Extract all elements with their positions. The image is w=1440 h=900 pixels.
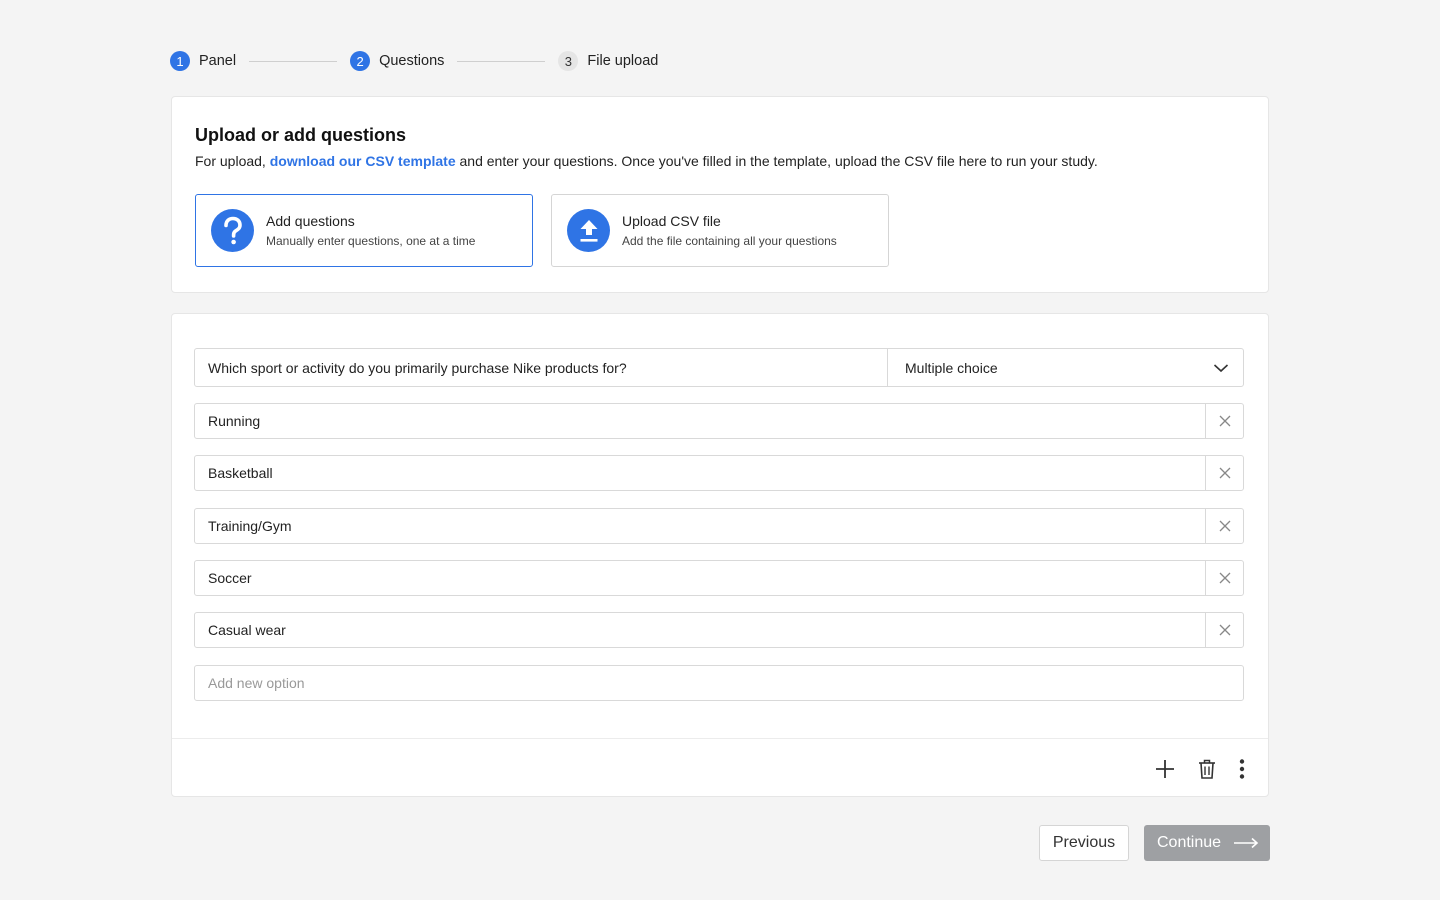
csv-template-link[interactable]: download our CSV template bbox=[270, 153, 456, 169]
choice-title: Add questions bbox=[266, 213, 355, 229]
step-file-upload[interactable]: 3 File upload bbox=[558, 51, 658, 71]
arrow-right-icon bbox=[1234, 837, 1259, 849]
option-input[interactable]: Soccer bbox=[195, 561, 1205, 595]
step-connector bbox=[249, 60, 338, 62]
step-label: File upload bbox=[587, 53, 659, 69]
question-text-input[interactable]: Which sport or activity do you primarily… bbox=[195, 349, 888, 386]
option-input[interactable]: Basketball bbox=[195, 456, 1205, 490]
choice-title: Upload CSV file bbox=[622, 213, 721, 229]
option-row: Casual wear bbox=[194, 612, 1244, 648]
continue-button[interactable]: Continue bbox=[1144, 825, 1270, 861]
remove-option-button[interactable] bbox=[1205, 456, 1243, 490]
option-input[interactable]: Casual wear bbox=[195, 613, 1205, 647]
close-icon bbox=[1219, 520, 1230, 532]
choice-subtitle: Manually enter questions, one at a time bbox=[266, 234, 476, 248]
close-icon bbox=[1219, 467, 1230, 479]
option-row: Basketball bbox=[194, 455, 1244, 491]
upload-csv-option[interactable]: Upload CSV file Add the file containing … bbox=[551, 194, 889, 267]
question-icon bbox=[211, 209, 254, 252]
choice-subtitle: Add the file containing all your questio… bbox=[622, 234, 837, 248]
step-panel[interactable]: 1 Panel bbox=[170, 51, 236, 71]
card-description: For upload, download our CSV template an… bbox=[195, 153, 1098, 169]
continue-label: Continue bbox=[1157, 834, 1222, 851]
question-editor-card: Which sport or activity do you primarily… bbox=[171, 313, 1269, 797]
question-type-value: Multiple choice bbox=[905, 359, 998, 376]
step-number: 2 bbox=[350, 51, 371, 71]
question-row: Which sport or activity do you primarily… bbox=[194, 348, 1244, 387]
option-row: Running bbox=[194, 403, 1244, 439]
upload-icon bbox=[567, 209, 610, 252]
more-vertical-icon bbox=[1239, 759, 1245, 779]
new-option-row: Add new option bbox=[194, 665, 1244, 701]
step-number: 1 bbox=[170, 51, 190, 71]
plus-icon bbox=[1156, 760, 1174, 778]
remove-option-button[interactable] bbox=[1205, 404, 1243, 438]
previous-button[interactable]: Previous bbox=[1039, 825, 1129, 861]
delete-question-button[interactable] bbox=[1195, 757, 1219, 781]
question-type-select[interactable]: Multiple choice bbox=[888, 349, 1243, 386]
step-label: Panel bbox=[199, 53, 237, 69]
step-number: 3 bbox=[558, 51, 579, 71]
upload-questions-card: Upload or add questions For upload, down… bbox=[171, 96, 1269, 293]
question-toolbar bbox=[172, 738, 1268, 797]
close-icon bbox=[1219, 415, 1230, 427]
step-connector bbox=[457, 60, 546, 62]
step-label: Questions bbox=[379, 53, 445, 69]
desc-suffix: and enter your questions. Once you've fi… bbox=[455, 153, 1098, 169]
option-input[interactable]: Running bbox=[195, 404, 1205, 438]
remove-option-button[interactable] bbox=[1205, 613, 1243, 647]
chevron-down-icon bbox=[1213, 360, 1229, 376]
trash-icon bbox=[1199, 759, 1215, 779]
progress-stepper: 1 Panel 2 Questions 3 File upload bbox=[170, 50, 658, 72]
step-questions[interactable]: 2 Questions bbox=[350, 51, 444, 71]
close-icon bbox=[1219, 624, 1230, 636]
option-row: Soccer bbox=[194, 560, 1244, 596]
option-row: Training/Gym bbox=[194, 508, 1244, 544]
option-input[interactable]: Training/Gym bbox=[195, 509, 1205, 543]
remove-option-button[interactable] bbox=[1205, 509, 1243, 543]
close-icon bbox=[1219, 572, 1230, 584]
add-questions-option[interactable]: Add questions Manually enter questions, … bbox=[195, 194, 533, 267]
add-new-option-input[interactable]: Add new option bbox=[195, 666, 1243, 700]
add-question-button[interactable] bbox=[1153, 757, 1177, 781]
card-title: Upload or add questions bbox=[195, 125, 407, 145]
remove-option-button[interactable] bbox=[1205, 561, 1243, 595]
desc-prefix: For upload, bbox=[195, 153, 270, 169]
more-options-button[interactable] bbox=[1230, 757, 1254, 781]
